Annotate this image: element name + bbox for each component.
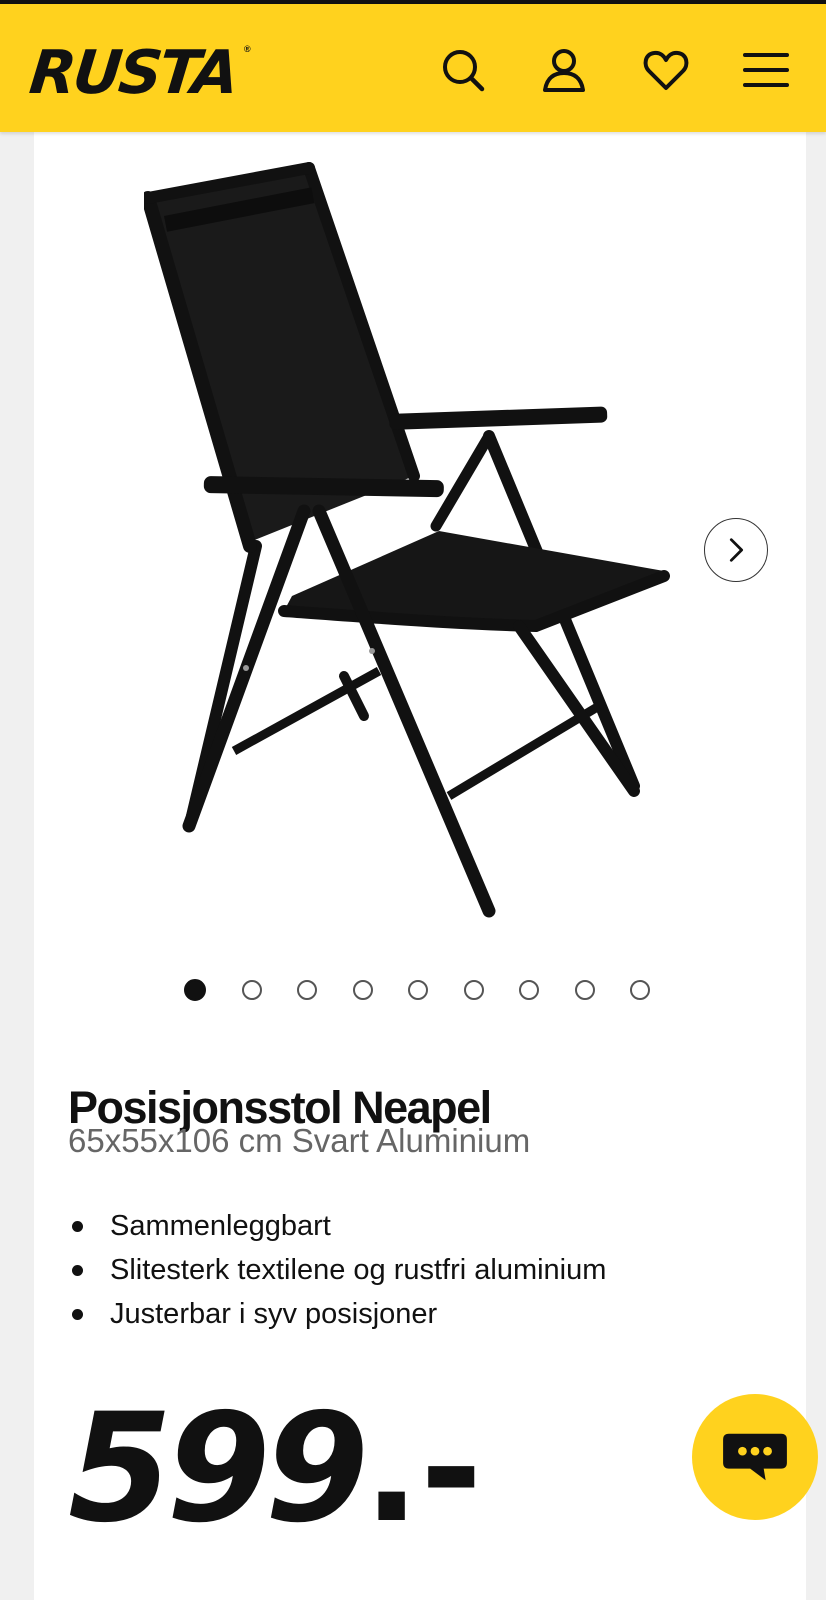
gallery-dot-4[interactable] [352,980,373,1000]
site-header: RUSTA ® [0,4,826,132]
favorites-button[interactable] [638,42,694,98]
logo-text: RUSTA [26,38,240,108]
bullet-icon [72,1221,83,1232]
gallery-next-button[interactable] [704,518,768,582]
rusta-logo[interactable]: RUSTA ® [26,38,255,108]
chevron-right-icon [729,538,744,562]
feature-text: Justerbar i syv posisjoner [110,1298,438,1330]
gallery-dot-1[interactable] [184,979,206,1001]
price-suffix: .- [363,1382,483,1556]
chair-illustration [141,162,670,918]
product-subtitle: 65x55x106 cm Svart Aluminium [68,1122,531,1159]
registered-mark: ® [244,44,251,54]
gallery-dot-7[interactable] [519,980,539,1000]
search-button[interactable] [435,42,491,98]
chat-bubble-icon [723,1433,787,1481]
gallery-pagination [184,978,686,1002]
feature-item: Justerbar i syv posisjoner [68,1292,606,1336]
menu-hamburger-icon [743,53,789,87]
menu-button[interactable] [738,42,794,98]
product-price: 599.- [68,1394,482,1544]
account-button[interactable] [536,42,592,98]
feature-list: Sammenleggbart Slitesterk textilene og r… [68,1204,606,1336]
feature-text: Slitesterk textilene og rustfri aluminiu… [110,1254,607,1286]
bullet-icon [72,1265,83,1276]
feature-text: Sammenleggbart [110,1210,331,1242]
gallery-dot-6[interactable] [463,980,484,1000]
chat-button[interactable] [692,1394,818,1520]
feature-item: Sammenleggbart [68,1204,606,1248]
gallery-dot-9[interactable] [630,980,650,1000]
feature-item: Slitesterk textilene og rustfri aluminiu… [68,1248,606,1292]
gallery-dot-2[interactable] [241,980,262,1000]
account-icon [543,49,585,92]
product-card: Posisjonsstol Neapel 65x55x106 cm Svart … [34,132,806,1600]
product-image[interactable] [141,146,704,942]
search-icon [443,50,485,92]
gallery-dot-8[interactable] [574,980,595,1000]
favorites-heart-icon [643,50,689,90]
gallery-dot-3[interactable] [297,980,317,1000]
gallery-dot-5[interactable] [408,980,428,1000]
bullet-icon [72,1309,83,1320]
price-amount: 599 [68,1382,369,1556]
